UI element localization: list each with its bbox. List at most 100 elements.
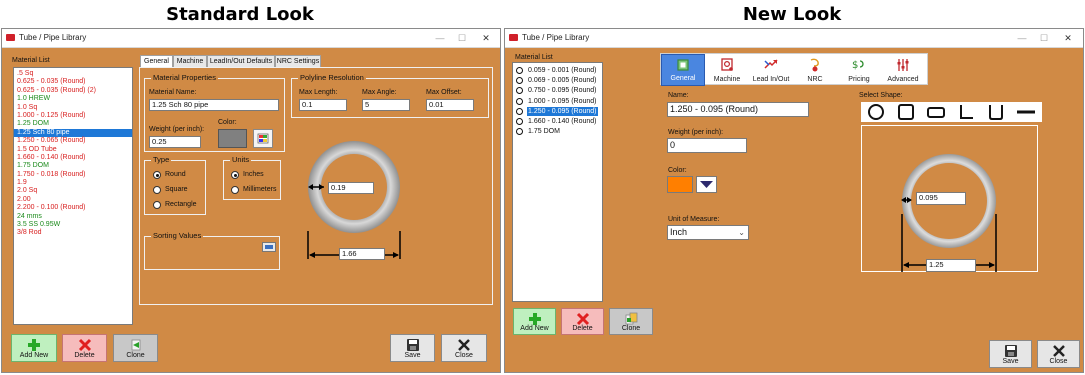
close-window-button[interactable]: ✕ — [1059, 31, 1077, 45]
clone-button[interactable]: Clone — [609, 308, 653, 335]
units-millimeters-radio[interactable] — [231, 186, 239, 194]
list-item[interactable]: 1.25 DOM — [14, 120, 132, 128]
tab-nrc[interactable]: NRC — [793, 54, 837, 86]
delete-button[interactable]: Delete — [561, 308, 604, 335]
tab-advanced[interactable]: Advanced — [881, 54, 925, 86]
tab-leadin-out-defaults[interactable]: LeadIn/Out Defaults — [207, 55, 275, 67]
type-square-radio[interactable] — [153, 186, 161, 194]
max-offset-label: Max Offset: — [426, 89, 462, 96]
name-field[interactable]: 1.250 - 0.095 (Round) — [667, 102, 809, 117]
list-item[interactable]: 1.9 — [14, 179, 132, 187]
max-offset-field[interactable]: 0.01 — [426, 99, 474, 111]
color-picker-button[interactable] — [253, 129, 273, 148]
max-length-field[interactable]: 0.1 — [299, 99, 347, 111]
list-item[interactable]: 1.0 HREW — [14, 95, 132, 103]
minimize-button[interactable]: — — [431, 31, 449, 45]
palette-icon — [257, 133, 269, 144]
list-item[interactable]: 3.5 SS 0.95W — [14, 221, 132, 229]
material-listbox[interactable]: .5 Sq 0.625 - 0.035 (Round) 0.625 - 0.035 … — [13, 67, 133, 325]
list-item-label: 1.660 - 0.140 (Round) — [528, 117, 597, 125]
list-item[interactable]: .5 Sq — [14, 70, 132, 78]
tab-machine[interactable]: Machine — [173, 55, 207, 67]
app-icon — [6, 34, 15, 41]
diameter-field[interactable]: 1.66 — [339, 248, 385, 260]
list-item[interactable]: 3/8 Rod — [14, 229, 132, 237]
list-item[interactable]: 1.5 OD Tube — [14, 146, 132, 154]
tab-general[interactable]: General — [661, 54, 705, 86]
list-item[interactable]: 0.059 - 0.001 (Round) — [513, 66, 602, 76]
max-angle-field[interactable]: 5 — [362, 99, 410, 111]
angle-shape-icon[interactable] — [951, 102, 981, 122]
material-name-field[interactable]: 1.25 Sch 80 pipe — [149, 99, 279, 111]
tab-lead-in-out[interactable]: Lead In/Out — [749, 54, 793, 86]
tab-label: Machine — [713, 76, 741, 83]
list-item[interactable]: 1.250 - 0.095 (Round) — [513, 106, 602, 117]
list-item[interactable]: 1.75 DOM — [14, 162, 132, 170]
close-window-button[interactable]: ✕ — [477, 31, 495, 45]
list-item[interactable]: 1.75 DOM — [513, 127, 602, 137]
unit-select[interactable]: Inch ⌄ — [667, 225, 749, 240]
delete-button[interactable]: Delete — [62, 334, 107, 362]
clone-label: Clone — [126, 352, 145, 359]
list-item[interactable]: 1.750 - 0.018 (Round) — [14, 171, 132, 179]
color-swatch[interactable] — [667, 176, 693, 193]
list-item[interactable]: 1.660 - 0.140 (Round) — [513, 117, 602, 127]
list-item[interactable]: 2.00 — [14, 196, 132, 204]
list-item[interactable]: 0.625 - 0.035 (Round) — [14, 78, 132, 86]
type-round-label: Round — [165, 171, 186, 178]
tab-pricing[interactable]: $ Pricing — [837, 54, 881, 86]
color-dropdown-button[interactable] — [696, 176, 717, 193]
list-item[interactable]: 2.0 Sq — [14, 187, 132, 195]
list-item[interactable]: 1.25 Sch 80 pipe — [14, 128, 132, 138]
sorting-edit-button[interactable] — [262, 242, 276, 252]
list-item-label: 0.059 - 0.001 (Round) — [528, 67, 597, 74]
save-button[interactable]: Save — [390, 334, 435, 362]
chevron-down-icon — [700, 181, 713, 188]
unit-label: Unit of Measure: — [668, 216, 720, 223]
close-icon — [1052, 345, 1065, 357]
material-listbox[interactable]: 0.059 - 0.001 (Round) 0.069 - 0.005 (Roun… — [512, 62, 603, 302]
type-round-radio[interactable] — [153, 171, 161, 179]
weight-field[interactable]: 0 — [667, 138, 747, 153]
diameter-field[interactable]: 1.25 — [926, 259, 976, 272]
type-rectangle-radio[interactable] — [153, 201, 161, 209]
list-item[interactable]: 0.750 - 0.095 (Round) — [513, 86, 602, 96]
list-item[interactable]: 1.000 - 0.125 (Round) — [14, 112, 132, 120]
square-shape-icon[interactable] — [891, 102, 921, 122]
close-button[interactable]: Close — [1037, 340, 1080, 368]
tab-label: Advanced — [887, 76, 919, 83]
circle-shape-icon[interactable] — [861, 102, 891, 122]
minimize-button[interactable]: — — [1013, 31, 1031, 45]
color-label: Color: — [668, 167, 687, 174]
close-button[interactable]: Close — [441, 334, 487, 362]
tab-machine[interactable]: Machine — [705, 54, 749, 86]
wall-thickness-field[interactable]: 0.19 — [328, 182, 374, 194]
channel-shape-icon[interactable] — [981, 102, 1011, 122]
close-label: Close — [455, 352, 473, 359]
list-item[interactable]: 1.250 - 0.065 (Round) — [14, 137, 132, 145]
units-inches-radio[interactable] — [231, 171, 239, 179]
list-item[interactable]: 2.200 - 0.100 (Round) — [14, 204, 132, 212]
maximize-button[interactable]: ☐ — [453, 31, 471, 45]
add-new-button[interactable]: Add New — [513, 308, 556, 335]
list-item[interactable]: 0.069 - 0.005 (Round) — [513, 76, 602, 86]
save-label: Save — [1002, 358, 1019, 365]
clone-button[interactable]: Clone — [113, 334, 158, 362]
units-millimeters-label: Millimeters — [243, 186, 277, 193]
list-item[interactable]: 24 mms — [14, 213, 132, 221]
rectangle-shape-icon[interactable] — [921, 102, 951, 122]
tab-nrc-settings[interactable]: NRC Settings — [275, 55, 321, 67]
color-swatch[interactable] — [218, 129, 247, 148]
list-item[interactable]: 0.625 - 0.035 (Round) (2) — [14, 87, 132, 95]
list-item[interactable]: 1.0 Sq — [14, 104, 132, 112]
list-item[interactable]: 1.660 - 0.140 (Round) — [14, 154, 132, 162]
tab-label: Lead In/Out — [752, 76, 790, 83]
save-button[interactable]: Save — [989, 340, 1032, 368]
maximize-button[interactable]: ☐ — [1035, 31, 1053, 45]
radio-icon — [516, 128, 523, 136]
add-new-button[interactable]: Add New — [11, 334, 57, 362]
wall-thickness-field[interactable]: 0.095 — [916, 192, 966, 205]
list-item[interactable]: 1.000 - 0.095 (Round) — [513, 97, 602, 107]
weight-field[interactable]: 0.25 — [149, 136, 201, 148]
flat-shape-icon[interactable] — [1011, 102, 1041, 122]
